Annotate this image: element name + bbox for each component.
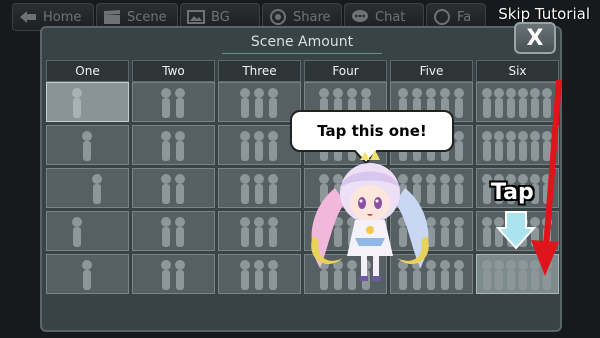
column-three: Three: [218, 60, 301, 330]
figure-silhouette: [482, 131, 492, 161]
figure-silhouette: [92, 174, 102, 204]
figure-silhouette: [254, 217, 264, 247]
figure-silhouette: [72, 217, 82, 247]
figure-silhouette: [482, 260, 492, 290]
figure-silhouettes: [240, 217, 278, 247]
figure-silhouette: [454, 131, 464, 161]
figure-silhouette: [482, 217, 492, 247]
figure-silhouette: [175, 260, 185, 290]
figure-silhouette: [161, 260, 171, 290]
figure-silhouette: [240, 217, 250, 247]
figure-silhouettes: [161, 217, 185, 247]
figure-silhouette: [482, 88, 492, 118]
figure-silhouette: [440, 217, 450, 247]
figure-silhouette: [268, 174, 278, 204]
figure-silhouette: [494, 131, 504, 161]
column-header-four: Four: [304, 60, 387, 82]
speech-bubble: Tap this one!: [290, 110, 454, 152]
figure-silhouettes: [161, 88, 185, 118]
figure-silhouette: [240, 88, 250, 118]
column-two: Two: [132, 60, 215, 330]
scene-cell[interactable]: [218, 211, 301, 251]
figure-silhouette: [268, 131, 278, 161]
figure-silhouettes: [92, 174, 102, 204]
figure-silhouette: [254, 174, 264, 204]
panel-title: Scene Amount: [250, 34, 354, 50]
figure-silhouette: [268, 260, 278, 290]
figure-silhouettes: [82, 131, 92, 161]
scene-cell[interactable]: [46, 254, 129, 294]
figure-silhouettes: [161, 260, 185, 290]
figure-silhouettes: [161, 131, 185, 161]
figure-silhouette: [268, 217, 278, 247]
scene-cell[interactable]: [218, 125, 301, 165]
scene-cell[interactable]: [218, 168, 301, 208]
figure-silhouette: [454, 260, 464, 290]
column-header-five: Five: [390, 60, 473, 82]
figure-silhouette: [175, 88, 185, 118]
figure-silhouette: [72, 88, 82, 118]
figure-silhouette: [175, 174, 185, 204]
scene-cell[interactable]: [46, 82, 129, 122]
column-header-one: One: [46, 60, 129, 82]
scene-cell[interactable]: [218, 254, 301, 294]
scene-cell[interactable]: [46, 125, 129, 165]
figure-silhouettes: [240, 131, 278, 161]
scene-cell[interactable]: [46, 211, 129, 251]
figure-silhouette: [240, 131, 250, 161]
column-header-three: Three: [218, 60, 301, 82]
mascot-character: [311, 150, 429, 281]
figure-silhouette: [506, 131, 516, 161]
figure-silhouette: [506, 88, 516, 118]
skip-tutorial-button[interactable]: Skip Tutorial: [498, 5, 590, 23]
scene-cell[interactable]: [132, 82, 215, 122]
figure-silhouette: [240, 260, 250, 290]
figure-silhouette: [494, 88, 504, 118]
figure-silhouettes: [72, 217, 82, 247]
figure-silhouette: [240, 174, 250, 204]
figure-silhouette: [161, 217, 171, 247]
close-button[interactable]: X: [514, 22, 556, 54]
figure-silhouette: [494, 260, 504, 290]
figure-silhouette: [440, 174, 450, 204]
red-arrow-icon: [531, 80, 562, 276]
scene-amount-panel: Scene Amount X One Two Three Four Five S…: [40, 22, 562, 332]
figure-silhouette: [161, 174, 171, 204]
figure-silhouette: [82, 131, 92, 161]
figure-silhouette: [454, 174, 464, 204]
figure-silhouettes: [240, 260, 278, 290]
figure-silhouette: [175, 131, 185, 161]
figure-silhouette: [161, 131, 171, 161]
figure-silhouette: [82, 260, 92, 290]
figure-silhouettes: [82, 260, 92, 290]
figure-silhouettes: [72, 88, 82, 118]
scene-cell[interactable]: [132, 125, 215, 165]
figure-silhouette: [268, 88, 278, 118]
figure-silhouettes: [240, 88, 278, 118]
figure-silhouette: [161, 88, 171, 118]
scene-cell[interactable]: [132, 254, 215, 294]
figure-silhouette: [175, 217, 185, 247]
scene-cell[interactable]: [46, 168, 129, 208]
figure-silhouette: [506, 260, 516, 290]
column-header-six: Six: [476, 60, 559, 82]
scene-cell[interactable]: [132, 168, 215, 208]
scene-cell[interactable]: [132, 211, 215, 251]
figure-silhouette: [454, 217, 464, 247]
figure-silhouette: [440, 260, 450, 290]
figure-silhouettes: [240, 174, 278, 204]
scene-cell[interactable]: [218, 82, 301, 122]
title-underline: [222, 53, 382, 54]
column-one: One: [46, 60, 129, 330]
figure-silhouette: [254, 131, 264, 161]
figure-silhouette: [454, 88, 464, 118]
column-header-two: Two: [132, 60, 215, 82]
figure-silhouette: [254, 260, 264, 290]
figure-silhouette: [254, 88, 264, 118]
figure-silhouettes: [161, 174, 185, 204]
